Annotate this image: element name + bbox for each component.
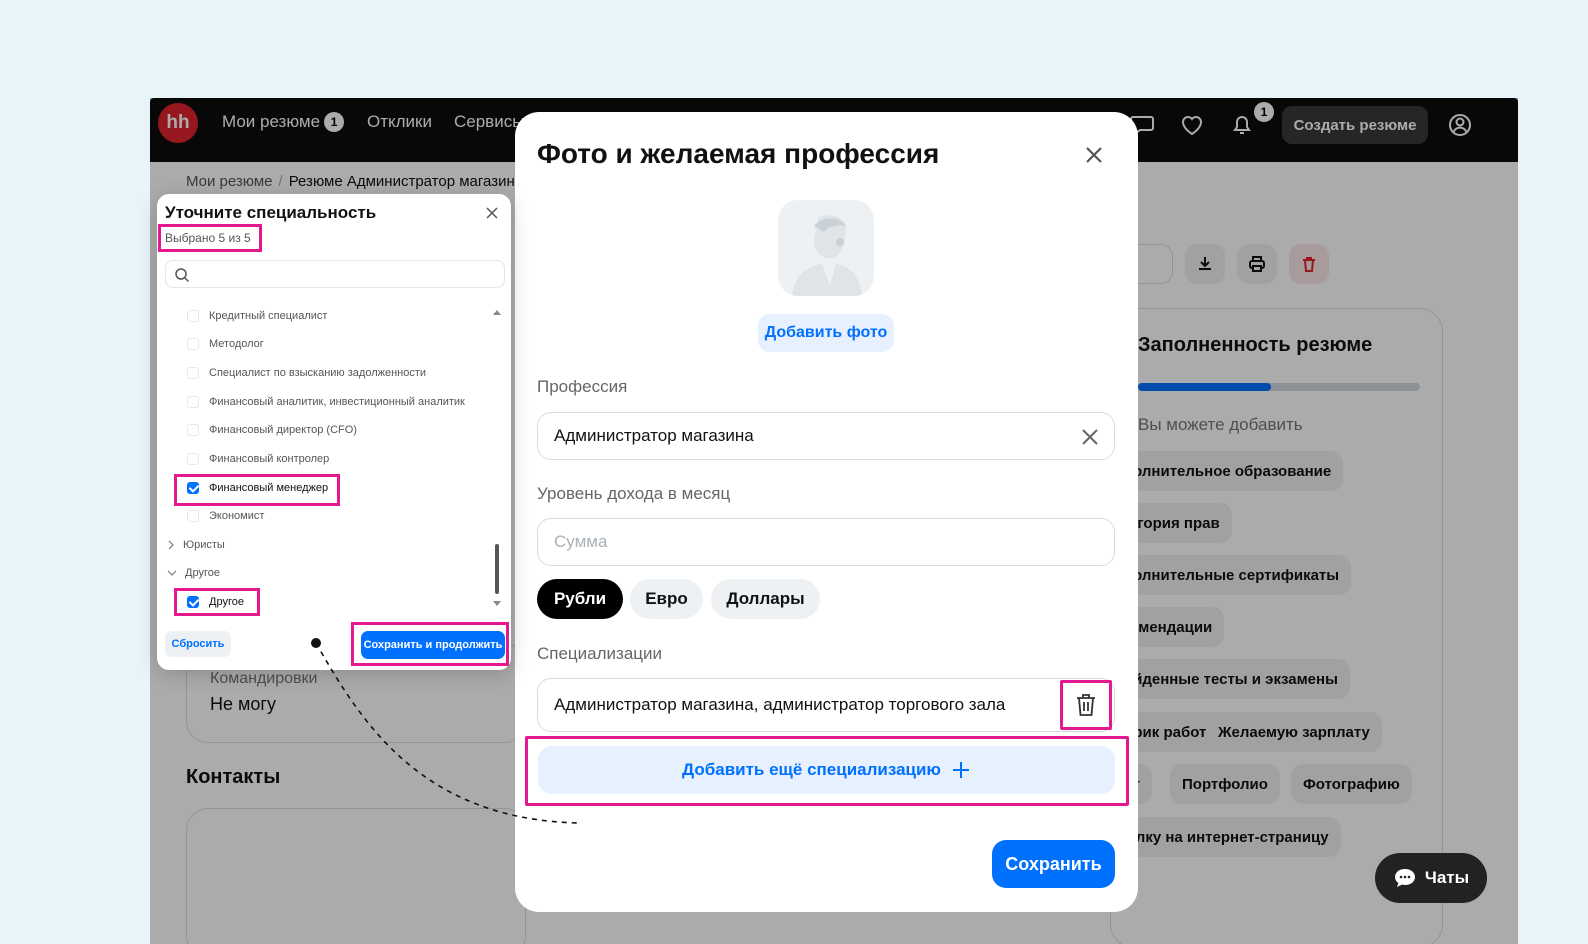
group-lawyers[interactable]: Юристы	[167, 539, 225, 551]
specialty-option-label: Финансовый менеджер	[209, 482, 329, 494]
add-specialization-button[interactable]: Добавить ещё специализацию	[538, 746, 1115, 794]
reset-button[interactable]: Сбросить	[165, 631, 231, 657]
specialty-search-input[interactable]	[165, 260, 505, 288]
income-input[interactable]: Сумма	[537, 518, 1115, 566]
specialty-panel-title: Уточните специальность	[165, 203, 377, 222]
specialty-option-label: Методолог	[209, 338, 264, 350]
checkbox-checked[interactable]	[187, 596, 199, 608]
profession-label: Профессия	[537, 377, 628, 396]
specialty-option-label: Другое	[209, 596, 244, 608]
person-silhouette-icon	[792, 215, 862, 296]
checkbox[interactable]	[187, 310, 199, 322]
checkbox[interactable]	[187, 396, 199, 408]
add-specialization-label: Добавить ещё специализацию	[682, 760, 941, 779]
checkbox[interactable]	[187, 338, 199, 350]
chats-button[interactable]: Чаты	[1375, 853, 1487, 903]
selected-count: Выбрано 5 из 5	[165, 231, 251, 245]
scroll-down-icon[interactable]	[492, 600, 502, 608]
chats-label: Чаты	[1424, 868, 1470, 887]
currency-rub-pill[interactable]: Рубли	[537, 579, 623, 619]
chat-icon	[1394, 869, 1415, 887]
specializations-value: Администратор магазина, администратор то…	[554, 695, 1006, 714]
clear-icon[interactable]	[1078, 425, 1102, 449]
specialty-option-label: Финансовый контролер	[209, 453, 330, 465]
specialty-option-label: Специалист по взысканию задолженности	[209, 367, 427, 379]
specialty-option[interactable]: Экономист	[187, 510, 264, 522]
profession-input[interactable]: Администратор магазина	[537, 412, 1115, 460]
specializations-label: Специализации	[537, 644, 663, 663]
group-other-label: Другое	[185, 567, 220, 579]
checkbox[interactable]	[187, 453, 199, 465]
save-continue-button[interactable]: Сохранить и продолжить	[361, 631, 505, 659]
specialty-option[interactable]: Другое	[187, 596, 244, 608]
specialty-option[interactable]: Финансовый контролер	[187, 453, 329, 465]
currency-usd-pill[interactable]: Доллары	[711, 579, 820, 619]
income-placeholder: Сумма	[554, 532, 608, 551]
checkbox[interactable]	[187, 367, 199, 379]
scrollbar-thumb[interactable]	[495, 544, 499, 594]
plus-icon	[952, 762, 969, 778]
income-label: Уровень дохода в месяц	[537, 484, 731, 503]
trash-icon	[1077, 694, 1095, 716]
chevron-down-icon	[167, 570, 177, 576]
specialty-option[interactable]: Специалист по взысканию задолженности	[187, 367, 426, 379]
specialty-option-label: Финансовый аналитик, инвестиционный анал…	[209, 396, 465, 408]
photo-profession-modal: Фото и желаемая профессия Добавить фото …	[515, 112, 1138, 912]
profession-value: Администратор магазина	[554, 426, 754, 445]
specialty-option[interactable]: Финансовый менеджер	[187, 482, 328, 494]
avatar-placeholder[interactable]	[778, 200, 874, 296]
specialty-option[interactable]: Финансовый директор (CFO)	[187, 424, 357, 436]
checkbox[interactable]	[187, 424, 199, 436]
specialty-option-label: Кредитный специалист	[209, 310, 328, 322]
checkbox-checked[interactable]	[187, 482, 199, 494]
checkbox[interactable]	[187, 510, 199, 522]
modal-title: Фото и желаемая профессия	[537, 138, 940, 169]
close-icon[interactable]	[485, 206, 499, 220]
close-icon[interactable]	[1079, 140, 1109, 170]
delete-specialization-button[interactable]	[1060, 680, 1112, 730]
specialty-option-label: Экономист	[209, 510, 265, 522]
add-photo-button[interactable]: Добавить фото	[758, 314, 894, 352]
currency-eur-pill[interactable]: Евро	[630, 579, 703, 619]
group-other[interactable]: Другое	[167, 567, 220, 579]
specialty-panel: Уточните специальность Выбрано 5 из 5 Кр…	[157, 194, 511, 670]
specialty-option[interactable]: Методолог	[187, 338, 264, 350]
chevron-right-icon	[168, 540, 174, 550]
group-lawyers-label: Юристы	[183, 539, 225, 551]
specialty-option-label: Финансовый директор (CFO)	[209, 424, 357, 436]
scroll-up-icon[interactable]	[492, 308, 502, 316]
specialty-option[interactable]: Финансовый аналитик, инвестиционный анал…	[187, 396, 465, 408]
search-icon	[175, 268, 190, 283]
specialty-option[interactable]: Кредитный специалист	[187, 310, 327, 322]
save-button[interactable]: Сохранить	[992, 840, 1115, 888]
specializations-field[interactable]: Администратор магазина, администратор то…	[537, 678, 1115, 732]
